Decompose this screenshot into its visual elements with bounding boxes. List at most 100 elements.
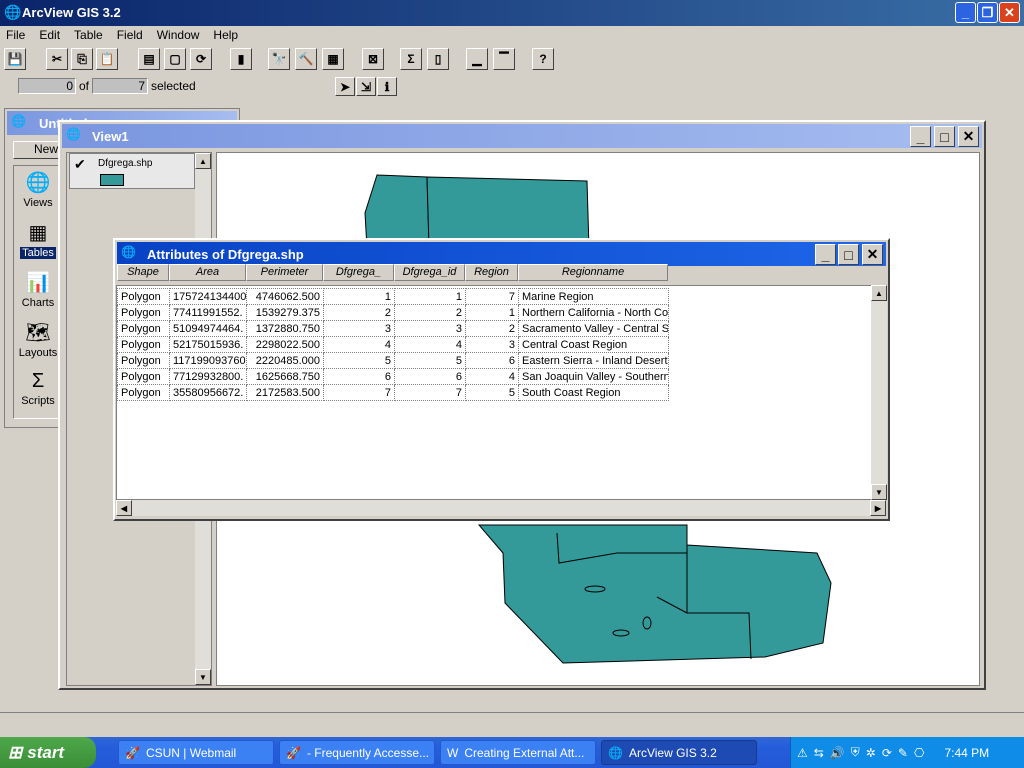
table-cell[interactable]: 4746062.500: [246, 288, 324, 305]
table-cell[interactable]: 175724134400: [169, 288, 247, 305]
view1-titlebar[interactable]: 🌐 View1 _ □ ✕: [62, 124, 982, 148]
table-cell[interactable]: 4: [323, 336, 395, 353]
table-cell[interactable]: Polygon: [117, 304, 170, 321]
table-cell[interactable]: 6: [465, 352, 519, 369]
pointer-tool-icon[interactable]: ➤: [335, 77, 355, 96]
tools-icon[interactable]: ✲: [866, 746, 876, 760]
table-cell[interactable]: Central Coast Region: [518, 336, 669, 353]
scroll-down-icon[interactable]: ▼: [195, 669, 211, 685]
scroll-up-icon[interactable]: ▲: [195, 153, 211, 169]
table-cell[interactable]: Polygon: [117, 320, 170, 337]
table-cell[interactable]: Polygon: [117, 384, 170, 401]
summarize-icon[interactable]: Σ: [400, 48, 422, 70]
table-cell[interactable]: South Coast Region: [518, 384, 669, 401]
table-cell[interactable]: 52175015936.: [169, 336, 247, 353]
edit-tool-icon[interactable]: ⇲: [356, 77, 376, 96]
network-icon[interactable]: ⇆: [814, 746, 824, 760]
calculate-icon[interactable]: ▯: [427, 48, 449, 70]
table-cell[interactable]: 2: [394, 304, 466, 321]
table-cell[interactable]: 5: [394, 352, 466, 369]
sort-ascending-icon[interactable]: ▁: [466, 48, 488, 70]
table-cell[interactable]: 5: [465, 384, 519, 401]
col-header-perimeter[interactable]: Perimeter: [246, 264, 323, 281]
update-icon[interactable]: ⟳: [882, 746, 892, 760]
cut-icon[interactable]: ✂: [46, 48, 68, 70]
table-cell[interactable]: San Joaquin Valley - Southern: [518, 368, 669, 385]
table-cell[interactable]: 77129932800.: [169, 368, 247, 385]
table-cell[interactable]: Eastern Sierra - Inland Deserts: [518, 352, 669, 369]
layer-visible-checkbox[interactable]: ✔: [74, 156, 86, 173]
table-cell[interactable]: Polygon: [117, 352, 170, 369]
attributes-titlebar[interactable]: 🌐 Attributes of Dfgrega.shp _ □ ✕: [117, 242, 886, 266]
attributes-hscroll[interactable]: ◀ ▶: [116, 500, 886, 516]
col-header-regionname[interactable]: Regionname: [518, 264, 668, 281]
table-cell[interactable]: 7: [323, 384, 395, 401]
close-icon[interactable]: ✕: [999, 2, 1020, 23]
col-header-region[interactable]: Region: [465, 264, 518, 281]
table-cell[interactable]: 4: [465, 368, 519, 385]
table-icon[interactable]: ▦: [322, 48, 344, 70]
col-header-area[interactable]: Area: [169, 264, 246, 281]
menu-window[interactable]: Window: [157, 28, 200, 44]
select-all-icon[interactable]: ▤: [138, 48, 160, 70]
table-cell[interactable]: Polygon: [117, 288, 170, 305]
col-header-dfgrega-id[interactable]: Dfgrega_id: [394, 264, 465, 281]
col-header-dfgrega[interactable]: Dfgrega_: [323, 264, 394, 281]
pen-icon[interactable]: ✎: [898, 746, 908, 760]
task-arcview[interactable]: 🌐 ArcView GIS 3.2: [601, 740, 757, 765]
sort-descending-icon[interactable]: ▔: [493, 48, 515, 70]
minimize-icon[interactable]: _: [955, 2, 976, 23]
table-cell[interactable]: 4: [394, 336, 466, 353]
copy-icon[interactable]: ⎘: [71, 48, 93, 70]
table-cell[interactable]: 2: [465, 320, 519, 337]
table-cell[interactable]: Polygon: [117, 368, 170, 385]
table-cell[interactable]: 1372880.750: [246, 320, 324, 337]
menu-edit[interactable]: Edit: [39, 28, 60, 44]
table-cell[interactable]: 2: [323, 304, 395, 321]
table-cell[interactable]: 2220485.000: [246, 352, 324, 369]
attr-scroll-up-icon[interactable]: ▲: [871, 285, 887, 301]
table-cell[interactable]: 77411991552.: [169, 304, 247, 321]
table-cell[interactable]: 3: [465, 336, 519, 353]
warning-icon[interactable]: ⚠: [797, 746, 808, 760]
table-cell[interactable]: 1539279.375: [246, 304, 324, 321]
table-row[interactable]: Polygon 51094974464. 1372880.750 3 3 2 Sacrame…: [117, 320, 669, 337]
table-cell[interactable]: 1: [394, 288, 466, 305]
table-cell[interactable]: 117199093760: [169, 352, 247, 369]
attributes-maximize-icon[interactable]: □: [838, 244, 859, 265]
table-row[interactable]: Polygon 175724134400 4746062.500 1 1 7 Marine …: [117, 288, 669, 305]
chart-icon[interactable]: ▮: [230, 48, 252, 70]
table-cell[interactable]: 7: [465, 288, 519, 305]
menu-field[interactable]: Field: [117, 28, 143, 44]
table-cell[interactable]: Marine Region: [518, 288, 669, 305]
layouts-item[interactable]: 🗺 Layouts: [14, 320, 62, 366]
help-icon[interactable]: ?: [532, 48, 554, 70]
table-cell[interactable]: 51094974464.: [169, 320, 247, 337]
switch-selection-icon[interactable]: ⟳: [190, 48, 212, 70]
table-cell[interactable]: 2172583.500: [246, 384, 324, 401]
table-row[interactable]: Polygon 77129932800. 1625668.750 6 6 4 San Joa…: [117, 368, 669, 385]
table-cell[interactable]: 3: [394, 320, 466, 337]
find-icon[interactable]: 🔭: [268, 48, 290, 70]
charts-item[interactable]: 📊 Charts: [14, 270, 62, 316]
new-button[interactable]: New: [13, 141, 63, 159]
identify-tool-icon[interactable]: ℹ: [377, 77, 397, 96]
start-button[interactable]: ⊞ start: [0, 737, 96, 768]
task-frequently-accessed[interactable]: 🚀 - Frequently Accesse...: [279, 740, 435, 765]
table-cell[interactable]: 1: [465, 304, 519, 321]
view1-maximize-icon[interactable]: □: [934, 126, 955, 147]
scripts-item[interactable]: Σ Scripts: [14, 370, 62, 416]
table-row[interactable]: Polygon 77411991552. 1539279.375 2 2 1 Norther…: [117, 304, 669, 321]
table-cell[interactable]: 5: [323, 352, 395, 369]
table-cell[interactable]: Polygon: [117, 336, 170, 353]
promote-icon[interactable]: ⊠: [362, 48, 384, 70]
table-cell[interactable]: 6: [323, 368, 395, 385]
query-icon[interactable]: 🔨: [295, 48, 317, 70]
view1-minimize-icon[interactable]: _: [910, 126, 931, 147]
menu-help[interactable]: Help: [213, 28, 238, 44]
table-row[interactable]: Polygon 52175015936. 2298022.500 4 4 3 Central…: [117, 336, 669, 353]
layer-entry[interactable]: ✔ Dfgrega.shp: [69, 153, 195, 189]
restore-icon[interactable]: ❐: [977, 2, 998, 23]
table-cell[interactable]: 1625668.750: [246, 368, 324, 385]
view1-close-icon[interactable]: ✕: [958, 126, 979, 147]
